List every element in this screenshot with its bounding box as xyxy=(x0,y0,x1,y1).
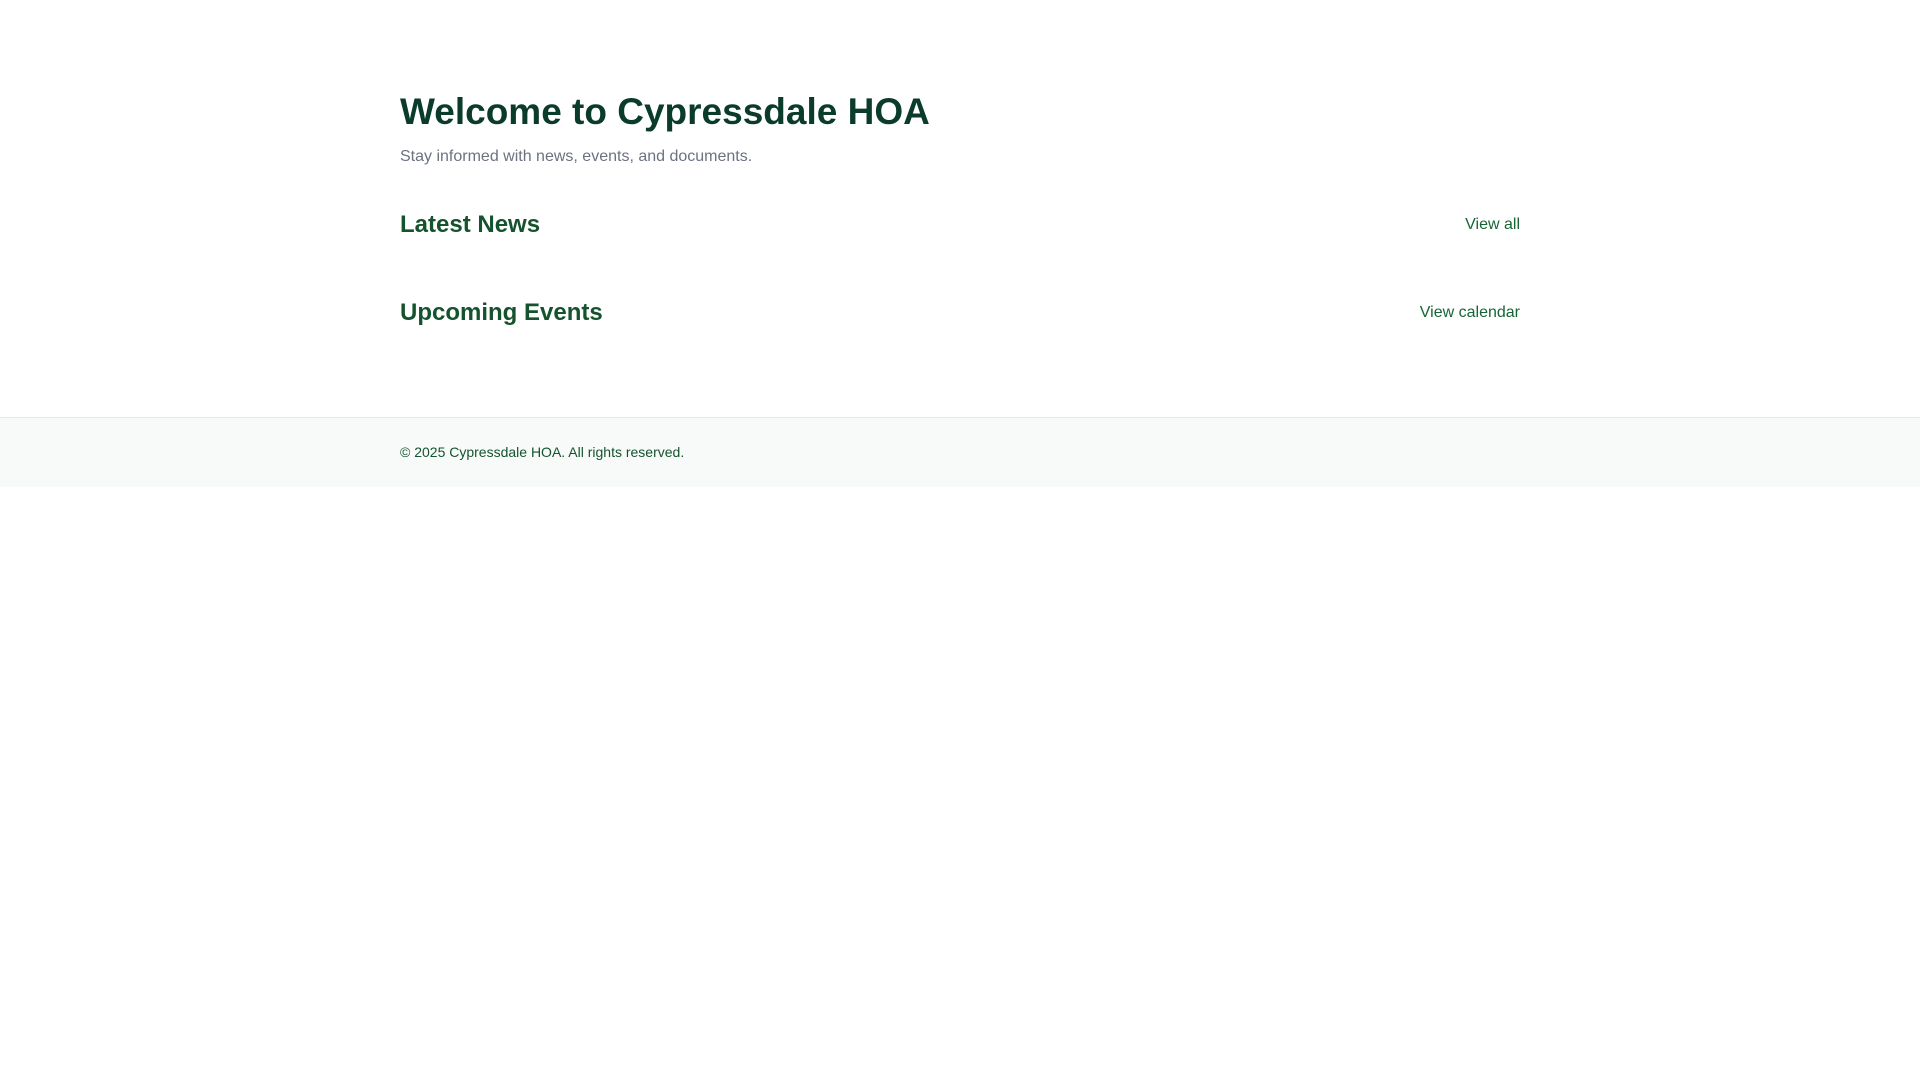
upcoming-events-heading: Upcoming Events xyxy=(400,299,603,326)
site-footer: © 2025 Cypressdale HOA. All rights reser… xyxy=(0,417,1920,487)
page-subtitle: Stay informed with news, events, and doc… xyxy=(400,148,753,165)
latest-news-heading: Latest News xyxy=(400,211,541,238)
view-calendar-link[interactable]: View calendar xyxy=(1420,302,1520,324)
page: Welcome to Cypressdale HOA Stay informed… xyxy=(0,0,1920,1080)
view-all-news-link[interactable]: View all xyxy=(1465,214,1520,236)
latest-news-section: Latest News View all xyxy=(400,208,1520,242)
upcoming-events-section: Upcoming Events View calendar xyxy=(400,296,1520,330)
footer-copyright: © 2025 Cypressdale HOA. All rights reser… xyxy=(400,444,685,460)
page-title: Welcome to Cypressdale HOA xyxy=(400,91,930,132)
main-content: Welcome to Cypressdale HOA Stay informed… xyxy=(400,0,1520,416)
